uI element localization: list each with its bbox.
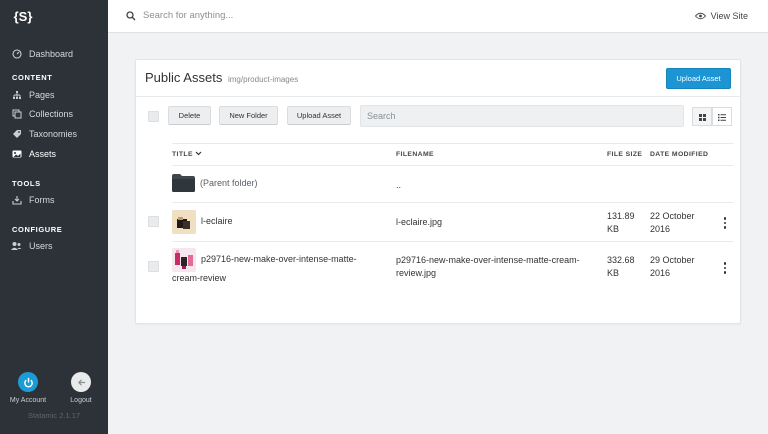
eye-icon: [694, 12, 706, 20]
parent-folder-filename: ..: [396, 180, 402, 190]
divider: [136, 96, 740, 97]
global-search[interactable]: Search for anything...: [126, 10, 233, 21]
top-bar: Search for anything... View Site: [108, 0, 768, 33]
asset-thumbnail: [172, 248, 196, 272]
sidebar-item-label: Dashboard: [29, 49, 74, 59]
select-all-checkbox[interactable]: [148, 111, 159, 122]
sidebar-item-assets[interactable]: Assets: [11, 146, 56, 162]
upload-asset-primary-button[interactable]: Upload Asset: [666, 68, 731, 89]
column-header-title[interactable]: TITLE: [172, 151, 202, 158]
assets-icon: [11, 149, 22, 160]
sidebar-item-label: Pages: [29, 90, 55, 100]
column-header-file-size[interactable]: FILE SIZE: [607, 151, 642, 158]
asset-file-size: 332.68 KB: [607, 255, 635, 278]
grid-icon: [698, 108, 706, 126]
asset-date-modified: 22 October 2016: [650, 211, 695, 234]
more-options-icon[interactable]: [723, 262, 727, 274]
logout-button[interactable]: Logout: [62, 372, 100, 404]
column-title-label: TITLE: [172, 151, 193, 158]
collections-icon: [11, 109, 22, 120]
list-view-toggle[interactable]: [712, 107, 732, 126]
asset-file-size: 131.89 KB: [607, 211, 635, 234]
new-folder-button[interactable]: New Folder: [219, 106, 278, 125]
row-divider: [172, 241, 733, 242]
column-header-filename[interactable]: FILENAME: [396, 151, 434, 158]
sidebar-item-pages[interactable]: Pages: [11, 87, 55, 103]
row-divider: [172, 202, 733, 203]
my-account-label: My Account: [9, 397, 47, 404]
sidebar-item-label: Users: [29, 241, 53, 251]
sidebar-item-forms[interactable]: Forms: [11, 192, 55, 208]
sidebar-item-label: Forms: [29, 195, 55, 205]
forms-icon: [11, 195, 22, 206]
assets-path: img/product-images: [227, 75, 299, 84]
section-label-configure: CONFIGURE: [12, 225, 63, 234]
sidebar-item-label: Collections: [29, 109, 74, 119]
asset-title[interactable]: p29716-new-make-over-intense-matte-: [201, 253, 357, 266]
sidebar-item-label: Taxonomies: [29, 129, 78, 139]
asset-filename: p29716-new-make-over-intense-matte-cream…: [396, 255, 580, 278]
sidebar-item-dashboard[interactable]: Dashboard: [11, 46, 73, 62]
sidebar-item-users[interactable]: Users: [11, 238, 53, 254]
list-icon: [718, 108, 726, 126]
assets-card: Public Assets img/product-images Upload …: [135, 59, 741, 324]
row-checkbox[interactable]: [148, 261, 159, 272]
section-label-tools: TOOLS: [12, 179, 41, 188]
header-divider: [172, 165, 733, 166]
arrow-left-icon: [71, 372, 91, 392]
statamic-logo[interactable]: {S}: [12, 8, 34, 26]
chevron-down-icon: [195, 151, 202, 158]
parent-folder-link[interactable]: (Parent folder): [200, 177, 258, 190]
folder-icon: [171, 173, 196, 198]
power-icon: [18, 372, 38, 392]
view-site-link[interactable]: View Site: [694, 11, 748, 21]
my-account-button[interactable]: My Account: [8, 372, 48, 404]
asset-date-modified: 29 October 2016: [650, 255, 695, 278]
asset-filename: l-eclaire.jpg: [396, 217, 443, 227]
asset-title-continued[interactable]: cream-review: [172, 272, 226, 285]
global-search-input[interactable]: Search for anything...: [143, 10, 233, 21]
more-options-icon[interactable]: [723, 217, 727, 229]
row-checkbox[interactable]: [148, 216, 159, 227]
grid-view-toggle[interactable]: [692, 107, 712, 126]
sidebar: {S} Dashboard CONTENT Pages Collections …: [0, 0, 108, 434]
table-top-border: [172, 143, 733, 144]
sidebar-item-label: Assets: [29, 149, 57, 159]
section-label-content: CONTENT: [12, 73, 53, 82]
logout-label: Logout: [70, 397, 92, 404]
delete-button[interactable]: Delete: [168, 106, 211, 125]
tag-icon: [11, 129, 22, 140]
search-icon: [126, 10, 136, 21]
pages-icon: [11, 90, 22, 101]
asset-thumbnail: [172, 210, 196, 234]
sidebar-item-collections[interactable]: Collections: [11, 106, 73, 122]
upload-asset-button[interactable]: Upload Asset: [287, 106, 351, 125]
asset-title[interactable]: l-eclaire: [201, 215, 233, 228]
sidebar-item-taxonomies[interactable]: Taxonomies: [11, 126, 77, 142]
asset-search-input[interactable]: Search: [360, 105, 684, 127]
users-icon: [11, 241, 22, 252]
assets-title: Public Assets: [145, 70, 223, 85]
page-title: Public Assets img/product-images: [145, 70, 298, 85]
column-header-date-modified[interactable]: DATE MODIFIED: [650, 151, 708, 158]
version-text: Statamic 2.1.17: [27, 411, 81, 420]
view-site-label: View Site: [710, 11, 748, 21]
dashboard-icon: [11, 49, 22, 60]
